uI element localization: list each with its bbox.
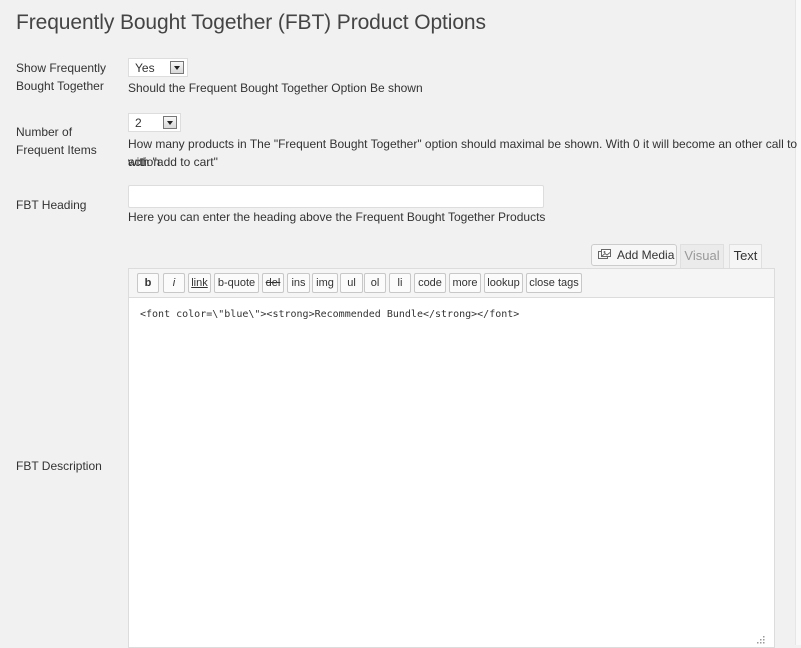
quicktags-toolbar: b i link b-quote del ins img ul ol li co… [129, 269, 774, 298]
number-items-description-line2: with "add to cart" [128, 155, 218, 169]
fbt-heading-input[interactable] [128, 185, 544, 208]
show-fbt-value: Yes [135, 61, 155, 75]
add-media-button[interactable]: Add Media [591, 244, 677, 266]
quicktag-more-button[interactable]: more [449, 273, 481, 293]
add-media-label: Add Media [617, 248, 675, 262]
show-fbt-label: Show Frequently Bought Together [16, 61, 107, 93]
fbt-heading-description: Here you can enter the heading above the… [128, 210, 546, 224]
quicktag-del-button[interactable]: del [262, 273, 284, 293]
resize-grip-icon[interactable] [754, 635, 766, 645]
fbt-description-editor[interactable]: b i link b-quote del ins img ul ol li co… [128, 268, 775, 648]
quicktag-li-button[interactable]: li [389, 273, 411, 293]
fbt-description-label: FBT Description [16, 459, 102, 473]
tab-visual[interactable]: Visual [680, 244, 724, 268]
editor-content[interactable]: <font color=\"blue\"><strong>Recommended… [140, 309, 519, 320]
show-fbt-description: Should the Frequent Bought Together Opti… [128, 81, 423, 95]
quicktag-ul-button[interactable]: ul [340, 273, 363, 293]
quicktag-img-button[interactable]: img [312, 273, 338, 293]
fbt-heading-label: FBT Heading [16, 198, 87, 212]
quicktag-italic-button[interactable]: i [163, 273, 185, 293]
number-items-value: 2 [135, 116, 142, 130]
page-title: Frequently Bought Together (FBT) Product… [16, 11, 486, 34]
chevron-down-icon [163, 116, 177, 129]
number-items-label: Number of Frequent Items [16, 125, 97, 157]
number-items-select[interactable]: 2 [128, 113, 181, 132]
quicktag-bold-button[interactable]: b [137, 273, 159, 293]
quicktag-code-button[interactable]: code [414, 273, 446, 293]
quicktag-ol-button[interactable]: ol [364, 273, 386, 293]
quicktag-lookup-button[interactable]: lookup [484, 273, 523, 293]
quicktag-ins-button[interactable]: ins [287, 273, 310, 293]
show-fbt-select[interactable]: Yes [128, 58, 188, 77]
media-icon [598, 249, 611, 259]
number-items-description-line1: How many products in The "Frequent Bough… [128, 137, 798, 169]
chevron-down-icon [170, 61, 184, 74]
quicktag-bquote-button[interactable]: b-quote [214, 273, 259, 293]
quicktag-close-tags-button[interactable]: close tags [526, 273, 582, 293]
scroll-edge [795, 0, 801, 645]
tab-text[interactable]: Text [729, 244, 762, 268]
quicktag-link-button[interactable]: link [188, 273, 211, 293]
